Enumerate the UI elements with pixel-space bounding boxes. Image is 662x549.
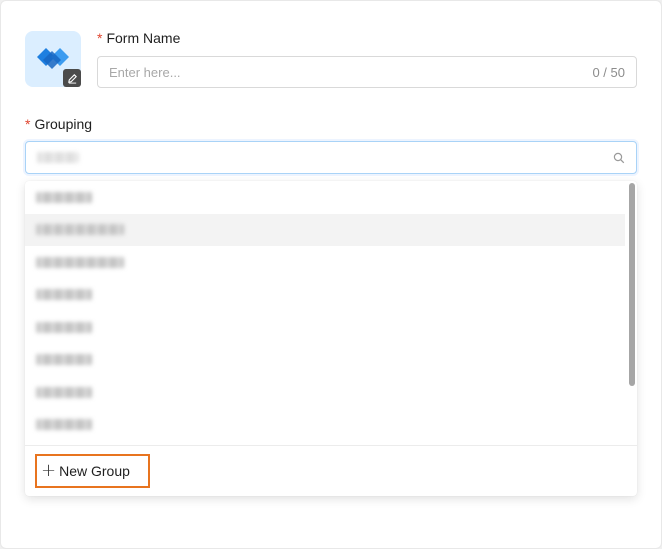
form-icon-picker[interactable] [25,31,81,87]
group-option[interactable] [25,279,625,312]
required-mark: * [25,116,31,132]
form-name-field[interactable]: 0 / 50 [97,56,637,88]
group-option[interactable] [25,409,625,442]
form-settings-panel: *Form Name 0 / 50 *Grouping [0,0,662,549]
char-counter: 0 / 50 [592,64,625,80]
grouping-select[interactable] [25,141,637,174]
grouping-label: * Grouping [25,116,93,132]
group-option[interactable] [25,311,625,344]
dropdown-footer: + New Group [25,445,637,496]
form-name-label: * Form Name [97,30,181,46]
plus-icon: + [41,460,57,481]
group-option-list [25,181,625,446]
selected-group-value [37,152,79,163]
new-group-label: New Group [59,463,130,479]
grouping-dropdown: + New Group [25,181,637,496]
pencil-icon [67,73,77,84]
group-option[interactable] [25,181,625,214]
form-name-input[interactable] [109,64,549,80]
group-option[interactable] [25,213,625,246]
new-group-button[interactable]: + New Group [35,454,150,488]
required-mark: * [97,30,103,46]
edit-icon-badge[interactable] [63,69,81,87]
search-icon [613,152,625,164]
group-option[interactable] [25,246,625,279]
group-option[interactable] [25,344,625,377]
group-option[interactable] [25,376,625,409]
dropdown-scrollbar[interactable] [629,183,635,386]
